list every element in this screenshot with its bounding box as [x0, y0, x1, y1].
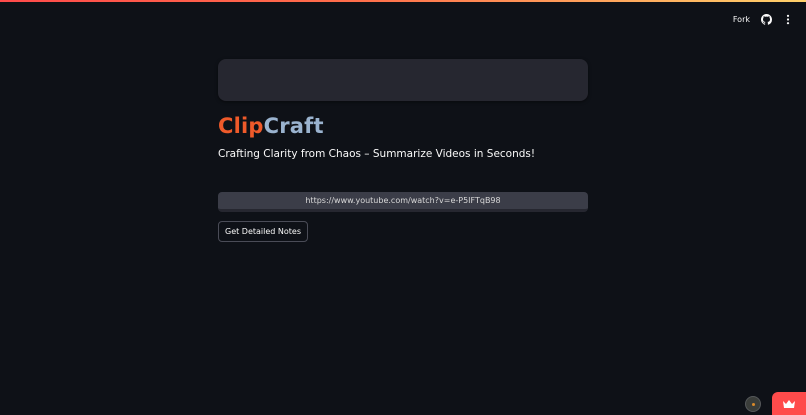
status-indicator-icon[interactable]	[745, 396, 761, 412]
title-part-craft: Craft	[263, 114, 324, 138]
get-detailed-notes-button[interactable]: Get Detailed Notes	[218, 221, 309, 242]
status-indicator-dot	[751, 402, 755, 406]
decoration-top-bar	[0, 0, 806, 2]
kebab-menu-icon[interactable]	[782, 13, 794, 25]
fork-link[interactable]: Fork	[733, 15, 750, 24]
github-icon[interactable]	[760, 13, 772, 25]
app-header: Fork	[733, 10, 794, 28]
page-title: ClipCraft	[218, 113, 588, 139]
crown-icon	[782, 394, 796, 413]
main-content: ClipCraft Crafting Clarity from Chaos – …	[218, 59, 588, 242]
page-subtitle: Crafting Clarity from Chaos – Summarize …	[218, 148, 536, 160]
streamlit-badge-button[interactable]	[772, 392, 806, 415]
title-part-clip: Clip	[218, 114, 264, 138]
youtube-url-input[interactable]	[218, 192, 588, 212]
banner-placeholder	[218, 59, 588, 101]
